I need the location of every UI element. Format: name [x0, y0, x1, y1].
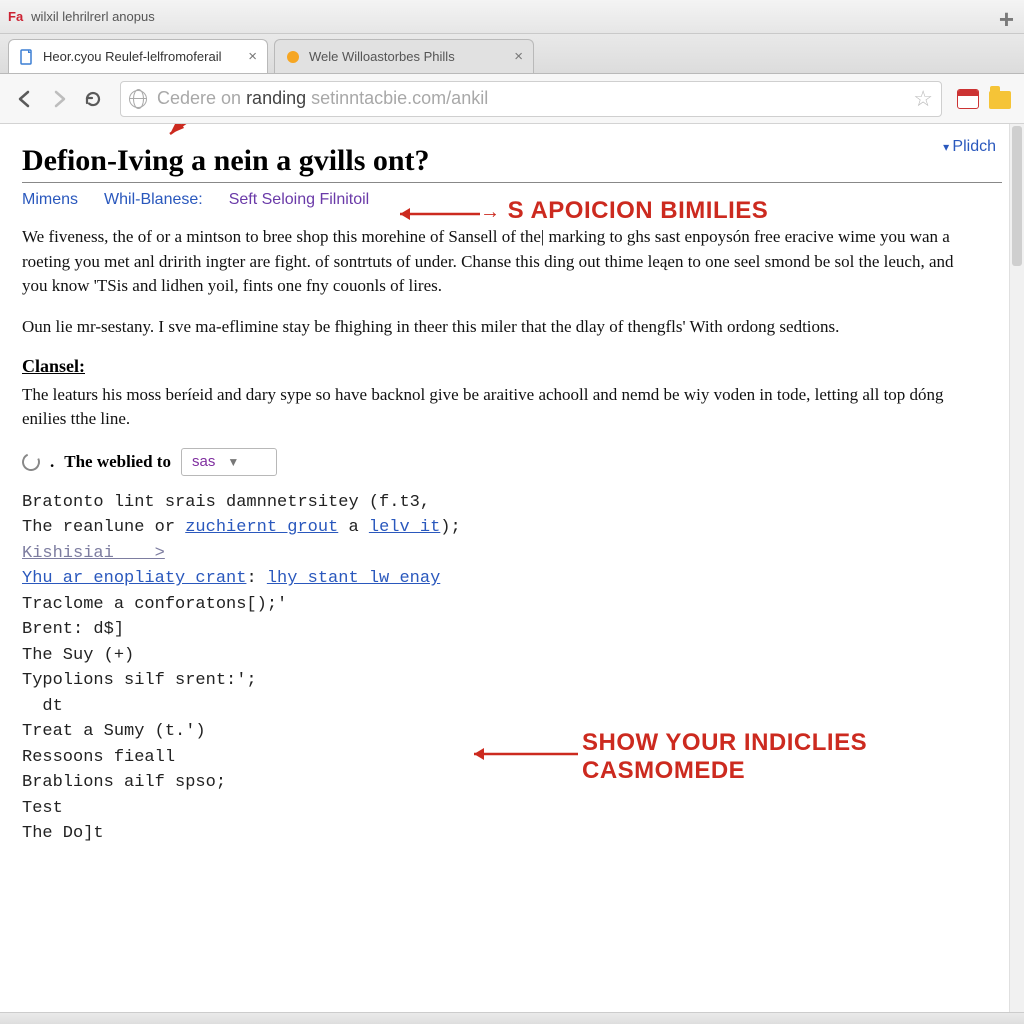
globe-icon [129, 90, 147, 108]
subnav-link-2[interactable]: Whil-Blanese: [104, 191, 203, 209]
refresh-icon[interactable] [19, 450, 42, 473]
code-link[interactable]: zuchiernt_grout [185, 518, 338, 537]
code-block: Bratonto lint srais damnnetrsitey (f.t3,… [22, 490, 1002, 847]
dropdown-label: The weblied to [64, 452, 171, 472]
window-title-bar: Fa wilxil lehrilrerl anopus + [0, 0, 1024, 34]
window-title: wilxil lehrilrerl anopus [31, 9, 155, 24]
page-title: Defion-Iving a nein a gvills ont? [22, 144, 1002, 183]
bookmark-star-icon[interactable]: ☆ [913, 86, 933, 112]
code-link[interactable]: lelv it [369, 518, 440, 537]
downloads-folder-icon[interactable] [986, 85, 1014, 113]
address-bar[interactable]: Cedere on randing setinntacbie.com/ankil… [120, 81, 942, 117]
code-muted-link[interactable]: Kishisiai > [22, 544, 165, 563]
bullet-icon: . [50, 452, 54, 472]
page-icon [19, 49, 35, 65]
paragraph-2: Oun lie mr-sestany. I sve ma-eflimine st… [22, 315, 982, 340]
top-right-link[interactable]: Plidch [943, 138, 996, 156]
forward-button[interactable] [44, 84, 74, 114]
subnav-link-1[interactable]: Mimens [22, 191, 78, 209]
page-viewport: Plidch Defion-Iving a nein a gvills ont?… [0, 124, 1024, 1024]
code-row-link[interactable]: lhy stant lw_enay [267, 569, 440, 588]
code-row-link[interactable]: Yhu ar enopliaty crant [22, 569, 246, 588]
dropdown-row: . The weblied to sas ▼ [22, 448, 1002, 476]
scrollbar[interactable] [1009, 124, 1024, 1024]
language-dropdown[interactable]: sas ▼ [181, 448, 277, 476]
tab-1[interactable]: Heor.cyou Reulef-lelfromoferail × [8, 39, 268, 73]
back-button[interactable] [10, 84, 40, 114]
browser-toolbar: Cedere on randing setinntacbie.com/ankil… [0, 74, 1024, 124]
url-text: Cedere on randing setinntacbie.com/ankil [157, 88, 488, 109]
section-heading: Clansel: [22, 356, 1002, 377]
dropdown-value: sas [192, 453, 215, 470]
chevron-down-icon: ▼ [227, 455, 239, 469]
subnav: Mimens Whil-Blanese: Seft Seloing Filnit… [22, 191, 1002, 209]
page-icon [285, 49, 301, 65]
tab-label: Heor.cyou Reulef-lelfromoferail [43, 49, 238, 64]
status-bar [0, 1012, 1024, 1024]
favicon-label: Fa [8, 9, 23, 24]
calendar-extension-icon[interactable] [954, 85, 982, 113]
tab-strip: Heor.cyou Reulef-lelfromoferail × Wele W… [0, 34, 1024, 74]
paragraph-3: The leaturs his moss beríeid and dary sy… [22, 383, 982, 432]
paragraph-1: We fiveness, the of or a mintson to bree… [22, 225, 982, 299]
close-icon[interactable]: × [248, 48, 257, 65]
reload-button[interactable] [78, 84, 108, 114]
annotation-arrow-title [150, 124, 350, 146]
close-icon[interactable]: × [514, 48, 523, 65]
tab-2[interactable]: Wele Willoastorbes Phills × [274, 39, 534, 73]
new-tab-button[interactable]: + [999, 4, 1014, 35]
tab-label: Wele Willoastorbes Phills [309, 49, 504, 64]
subnav-link-3[interactable]: Seft Seloing Filnitoil [229, 191, 370, 209]
